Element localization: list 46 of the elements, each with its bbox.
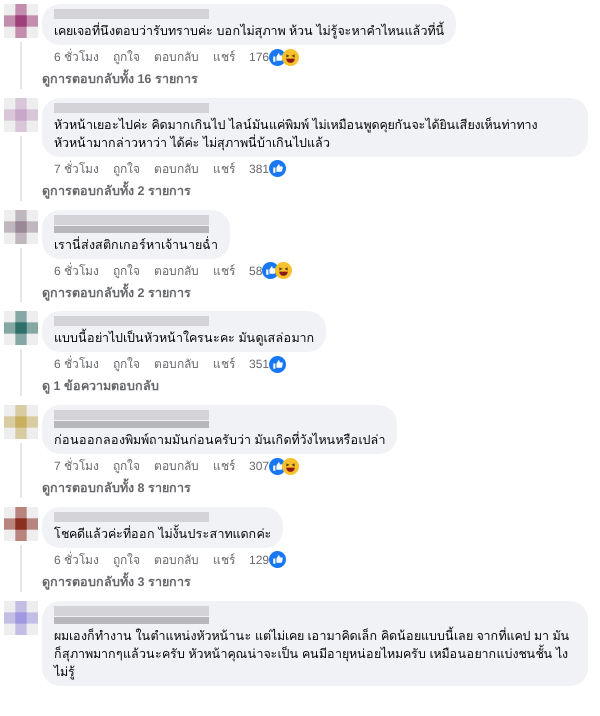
view-replies-link[interactable]: ดู 1 ข้อความตอบกลับ: [42, 377, 159, 396]
comment-time[interactable]: 6 ชั่วโมง: [54, 262, 100, 280]
share-button[interactable]: แชร์: [213, 355, 236, 374]
reaction-count: 381: [249, 160, 270, 178]
comment-text: เคยเจอที่นึงตอบว่ารับทราบค่ะ บอกไม่สุภาพ ห้วน ไม่รู้จะหาคำไหนแล้วที่นี้: [54, 22, 444, 40]
reply-button[interactable]: ตอบกลับ: [154, 550, 200, 569]
view-replies-link[interactable]: ดูการตอบกลับทั้ง 16 รายการ: [42, 70, 198, 89]
reply-button[interactable]: ตอบกลับ: [154, 262, 200, 280]
comment-text: โชคดีแล้วค่ะที่ออก ไม่งั้นประสาทแดกค่ะ: [54, 524, 272, 543]
comment-text: ก่อนออกลองพิมพ์ถามมันก่อนครับว่า มันเกิดที่วังไหนหรือเปล่า: [54, 431, 386, 449]
reaction-count: 351: [249, 356, 270, 374]
view-replies-link[interactable]: ดูการตอบกลับทั้ง 2 รายการ: [42, 182, 191, 200]
comment-text: แบบนี้อย่าไปเป็นหัวหน้าใครนะคะ มันดูเสล่อมาก: [54, 329, 314, 348]
comment-time[interactable]: 6 ชั่วโมง: [54, 48, 100, 66]
comment-text: ผมเองก็ทำงาน ในตำแหน่งหัวหน้านะ แต่ไม่เคย เอามาคิดเล็ก คิดน้อยแบบนี้เลย จากที่แคป มา มันก็สุภาพมากๆแล้วนะครับ หัวหน้าคุณน่าจะเป็น คนมีอายุหน่อยไหมครับ เหมือนอยากแบ่งชนชั้น ไงไม่รู้: [54, 626, 570, 680]
comment-text: หัวหน้าเยอะไปค่ะ คิดมากเกินไป ไลน์มันแค่พิมพ์ ไม่เหมือนพูดคุยกันจะได้ยินเสียงเห็นท่าทาง หัวหน้ามากล่าวหาว่า ได้ค่ะ ไม่สุภาพนี่บ้าเกินไปแล้ว: [54, 116, 538, 152]
comment-time[interactable]: 7 ชั่วโมง: [54, 160, 100, 178]
share-button[interactable]: แชร์: [213, 550, 236, 569]
like-button[interactable]: ถูกใจ: [113, 48, 140, 66]
share-button[interactable]: แชร์: [213, 457, 236, 475]
reaction-count: 176: [249, 49, 270, 66]
thumbs-up-icon: [269, 551, 286, 568]
thumbs-up-icon: [269, 356, 286, 373]
reaction-count: 307: [249, 458, 270, 475]
like-button[interactable]: ถูกใจ: [113, 355, 140, 374]
share-button[interactable]: แชร์: [213, 48, 236, 66]
reply-button[interactable]: ตอบกลับ: [154, 457, 200, 475]
like-button[interactable]: ถูกใจ: [113, 160, 140, 178]
view-replies-link[interactable]: ดูการตอบกลับทั้ง 2 รายการ: [42, 284, 191, 302]
reaction-count: 58: [249, 262, 262, 280]
reply-button[interactable]: ตอบกลับ: [154, 160, 200, 178]
comment-time[interactable]: 6 ชั่วโมง: [54, 355, 100, 374]
comment-time[interactable]: 7 ชั่วโมง: [54, 457, 100, 475]
like-button[interactable]: ถูกใจ: [113, 457, 140, 475]
view-replies-link[interactable]: ดูการตอบกลับทั้ง 3 รายการ: [42, 572, 191, 592]
reply-button[interactable]: ตอบกลับ: [154, 48, 200, 66]
thumbs-up-icon: [269, 160, 286, 178]
like-button[interactable]: ถูกใจ: [113, 550, 140, 569]
comment-text: เรานี่ส่งสติกเกอร์หาเจ้านายฉ่ำ: [54, 236, 218, 254]
reaction-count: 129: [249, 552, 270, 569]
reply-button[interactable]: ตอบกลับ: [154, 355, 200, 374]
view-replies-link[interactable]: ดูการตอบกลับทั้ง 8 รายการ: [42, 479, 191, 498]
share-button[interactable]: แชร์: [213, 262, 236, 280]
comment-time[interactable]: 6 ชั่วโมง: [54, 550, 100, 569]
like-button[interactable]: ถูกใจ: [113, 262, 140, 280]
share-button[interactable]: แชร์: [213, 160, 236, 178]
